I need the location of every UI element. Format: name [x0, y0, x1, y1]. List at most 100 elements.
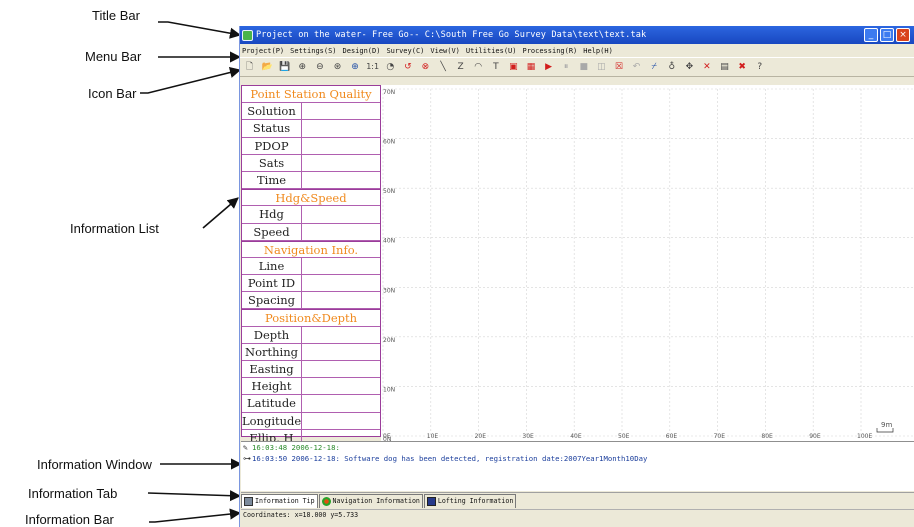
callout-information-window: Information Window	[37, 457, 152, 472]
record-icon[interactable]: ◫	[595, 60, 608, 74]
menu-bar: Project(P) Settings(S) Design(D) Survey(…	[240, 44, 914, 57]
restore-button[interactable]: □	[880, 28, 894, 42]
menu-project[interactable]: Project(P)	[242, 47, 284, 55]
info-row-value	[302, 172, 380, 188]
info-row: PDOP	[242, 137, 380, 155]
info-row: Sats	[242, 154, 380, 172]
tab-information-tip[interactable]: Information Tip	[241, 494, 318, 508]
callout-title-bar: Title Bar	[92, 8, 140, 23]
check-line-icon[interactable]: ⌿	[648, 60, 661, 74]
redraw-icon[interactable]: ↺	[401, 60, 414, 74]
map-plot-area[interactable]: 70N 60N 50N 40N 30N 20N 10N 0N 0E 10E 20E 30E 40E 50E…	[381, 85, 914, 441]
callout-information-list: Information List	[70, 221, 159, 236]
polyline-icon[interactable]: Z	[454, 60, 467, 74]
line-icon[interactable]: ╲	[437, 60, 450, 74]
grid-icon[interactable]: ▦	[525, 60, 538, 74]
menu-processing[interactable]: Processing(R)	[522, 47, 577, 55]
zoom-1to1-icon[interactable]: 1:1	[366, 60, 379, 74]
menu-design[interactable]: Design(D)	[343, 47, 381, 55]
info-row: Northing	[242, 343, 380, 361]
zoom-window-icon[interactable]: ⊛	[331, 60, 344, 74]
undo-icon[interactable]: ↶	[630, 60, 643, 74]
point-icon[interactable]: ▣	[507, 60, 520, 74]
section-header: Hdg&Speed	[242, 189, 380, 207]
section-header: Position&Depth	[242, 309, 380, 327]
information-bar: Coordinates: x=18.000 y=5.733	[241, 509, 914, 520]
x-tick-label: 70E	[714, 433, 726, 440]
close-button[interactable]: ×	[896, 28, 910, 42]
pause-icon[interactable]: ⏸	[560, 60, 573, 74]
open-icon[interactable]: 📂	[261, 60, 274, 74]
menu-utilities[interactable]: Utilities(U)	[466, 47, 517, 55]
menu-settings[interactable]: Settings(S)	[290, 47, 336, 55]
zoom-all-icon[interactable]: ⊕	[349, 60, 362, 74]
y-tick-label: 60N	[383, 139, 395, 146]
x-tick-label: 100E	[857, 433, 872, 440]
x-tick-label: 30E	[522, 433, 534, 440]
info-row-value	[302, 327, 380, 343]
info-row-value	[302, 138, 380, 154]
pan-icon[interactable]: ◔	[384, 60, 397, 74]
y-tick-label: 70N	[383, 89, 395, 96]
minimize-button[interactable]: _	[864, 28, 878, 42]
info-row-value	[302, 344, 380, 360]
info-row: Latitude	[242, 395, 380, 413]
info-row: Depth	[242, 326, 380, 344]
info-row-label: Status	[242, 120, 302, 137]
help-icon[interactable]: ?	[753, 60, 766, 74]
info-row: Speed	[242, 223, 380, 241]
calc-icon[interactable]: ▤	[718, 60, 731, 74]
measure-icon[interactable]: ♁	[665, 60, 678, 74]
x-tick-label: 80E	[761, 433, 773, 440]
new-icon[interactable]: 🗋	[243, 60, 256, 74]
log-text: 16:03:50 2006-12-18: Software dog has be…	[252, 454, 648, 463]
info-row-label: Depth	[242, 326, 302, 343]
info-row-label: Easting	[242, 361, 302, 378]
tab-label: Information Tip	[255, 497, 315, 505]
menu-view[interactable]: View(V)	[430, 47, 460, 55]
tab-lofting-information[interactable]: Lofting Information	[423, 494, 517, 508]
info-row-value	[302, 413, 380, 429]
info-row-label: Point ID	[242, 275, 302, 292]
mark-icon[interactable]: ☒	[612, 60, 625, 74]
tab-label: Lofting Information	[437, 497, 514, 505]
y-tick-label: 10N	[383, 386, 395, 393]
menu-survey[interactable]: Survey(C)	[386, 47, 424, 55]
map-grid[interactable]: 70N60N50N40N30N20N10N0N0E 10E 20E 30E 40E 50E…	[381, 85, 914, 441]
stop-icon[interactable]: ■	[577, 60, 590, 74]
info-row: Easting	[242, 361, 380, 379]
x-tick-label: 90E	[809, 433, 821, 440]
move-icon[interactable]: ✥	[683, 60, 696, 74]
save-icon[interactable]: 💾	[278, 60, 291, 74]
arrow-information-tab	[147, 490, 242, 502]
log-text: 16:03:48 2006-12-18:	[252, 443, 340, 452]
info-row: Hdg	[242, 206, 380, 224]
arc-icon[interactable]: ◠	[472, 60, 485, 74]
tab-label: Navigation Information	[332, 497, 420, 505]
delete-icon[interactable]: ✕	[700, 60, 713, 74]
zoom-out-icon[interactable]: ⊖	[313, 60, 326, 74]
play-icon[interactable]: ▶	[542, 60, 555, 74]
information-list: Point Station Quality Solution Status PDOP S…	[241, 85, 381, 447]
info-row: Line	[242, 257, 380, 276]
title-bar[interactable]: Project on the water- Free Go-- C:\South…	[240, 26, 914, 44]
info-row: Longitude	[242, 412, 380, 430]
info-row-label: Solution	[242, 103, 302, 120]
link-icon: ⊶	[243, 454, 251, 463]
info-row-label: Line	[242, 257, 302, 275]
zoom-in-icon[interactable]: ⊕	[296, 60, 309, 74]
scale-label: 9m	[881, 421, 892, 429]
tab-navigation-information[interactable]: Navigation Information	[318, 494, 423, 508]
y-tick-label: 20N	[383, 337, 395, 344]
callout-icon-bar: Icon Bar	[88, 86, 137, 101]
info-row: Status	[242, 120, 380, 138]
info-row-label: Northing	[242, 343, 302, 360]
coordinates-readout: Coordinates: x=18.000 y=5.733	[243, 511, 359, 519]
menu-help[interactable]: Help(H)	[583, 47, 613, 55]
info-row-label: Speed	[242, 223, 302, 240]
tools-icon[interactable]: ✖	[736, 60, 749, 74]
info-row-label: Longitude	[242, 412, 302, 429]
stop-draw-icon[interactable]: ⊗	[419, 60, 432, 74]
info-row: Spacing	[242, 292, 380, 310]
text-icon[interactable]: T	[489, 60, 502, 74]
